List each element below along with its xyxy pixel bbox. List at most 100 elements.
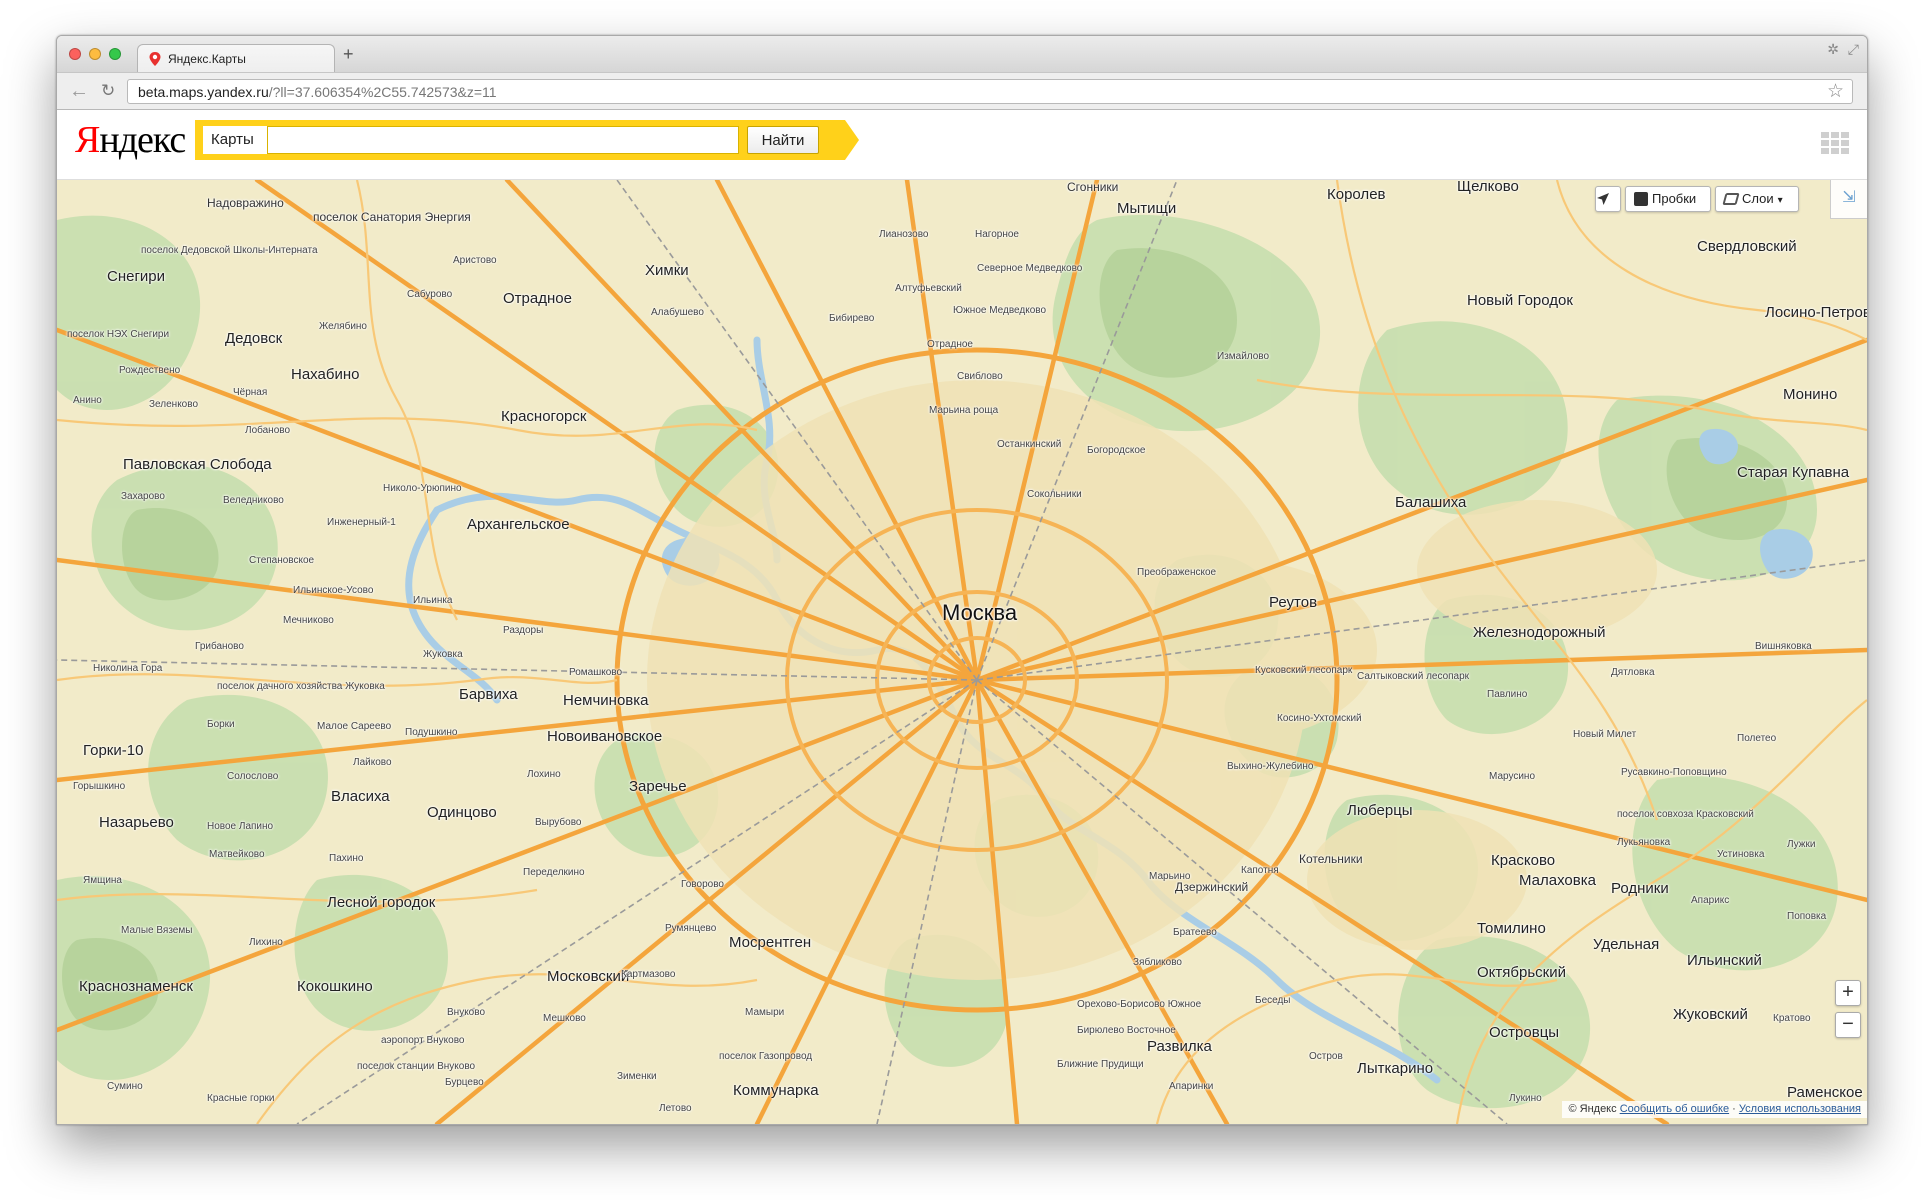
map-label-town: Развилка: [1147, 1038, 1212, 1055]
address-bar[interactable]: beta.maps.yandex.ru/?ll=37.606354%2C55.7…: [127, 79, 1853, 104]
search-input[interactable]: [267, 126, 739, 154]
map-label-reutov: Реутов: [1269, 594, 1318, 611]
map-label-small: Лианозово: [879, 229, 929, 240]
map-label-small: Алтуфьевский: [895, 283, 962, 294]
map-label-town: Свердловский: [1697, 238, 1797, 255]
map-label-small: Ильинское-Усово: [293, 585, 374, 596]
traffic-label: Пробки: [1652, 191, 1697, 206]
new-tab-icon[interactable]: +: [343, 44, 354, 64]
map-label-small: Мамыри: [745, 1007, 785, 1018]
map-label-small: Отрадное: [927, 339, 973, 350]
map-label-town: Надоврaжино: [207, 196, 284, 210]
map-label-town: Ильинский: [1687, 952, 1762, 969]
traffic-button[interactable]: Пробки: [1625, 186, 1711, 212]
map-label-small: Солослово: [227, 771, 279, 782]
map-label-town: Московский: [547, 968, 630, 985]
map-label-town: Лосино-Петровский: [1765, 304, 1867, 321]
map-label-small: Косино-Ухтомский: [1277, 713, 1362, 724]
map-label-small: Нагорное: [975, 229, 1019, 240]
map-label-lyubertsy: Люберцы: [1347, 802, 1413, 819]
map-label-town: Новоивановское: [547, 728, 663, 745]
map-label-small: Бурцево: [445, 1077, 484, 1088]
map-label-town: Мосрентген: [729, 934, 812, 951]
map-label-korolev: Королев: [1327, 186, 1386, 203]
map-label-small: Раздоры: [503, 625, 544, 636]
browser-tab[interactable]: Яндекс.Карты: [137, 44, 335, 72]
map-label-small: поселок Дедовской Школы-Интерната: [141, 245, 318, 256]
map-label-mytishchi: Мытищи: [1117, 200, 1177, 217]
url-host: beta.maps.yandex.ru: [138, 84, 269, 100]
map-label-small: Чёрная: [233, 387, 268, 398]
map-label-small: поселок Газопровод: [719, 1051, 813, 1062]
map-label-small: Аристово: [453, 255, 497, 266]
map-label-small: Сокольники: [1027, 489, 1082, 500]
map-label-small: Кратово: [1773, 1013, 1811, 1024]
minimize-window-icon[interactable]: [89, 48, 101, 60]
traffic-light-icon: [1634, 192, 1648, 206]
map-label-small: Дятловка: [1611, 667, 1655, 678]
map-label-small: Матвейково: [209, 849, 265, 860]
map-label-town: Отрадное: [503, 290, 572, 307]
geolocation-button[interactable]: [1595, 186, 1621, 212]
bookmark-star-icon[interactable]: ☆: [1827, 80, 1844, 103]
map-label-small: Борки: [207, 719, 235, 730]
copyright-separator: ·: [1732, 1103, 1736, 1115]
map-label-small: Степановское: [249, 555, 315, 566]
search-button[interactable]: Найти: [747, 126, 819, 154]
map-label-small: Павлино: [1487, 689, 1528, 700]
map-label-small: Апарикс: [1691, 895, 1730, 906]
report-error-link[interactable]: Сообщить об ошибке: [1620, 1103, 1729, 1115]
map-label-khimki: Химки: [645, 262, 689, 279]
map-label-small: Бирюлево Восточное: [1077, 1025, 1176, 1036]
map-label-small: Орехово-Борисово Южное: [1077, 999, 1202, 1010]
map-label-small: Горышкино: [73, 781, 126, 792]
map-label-small: Русавкино-Поповщино: [1621, 767, 1727, 778]
map-label-town: поселок Санатория Энергия: [313, 210, 471, 224]
service-label: Карты: [203, 126, 267, 154]
map-label-small: Марусино: [1489, 771, 1536, 782]
map-label-small: Рождествено: [119, 365, 181, 376]
map-label-town: Коммунарка: [733, 1082, 819, 1099]
map-label-small: поселок дачного хозяйства Жуковка: [217, 681, 385, 692]
reload-icon[interactable]: ↻: [101, 82, 115, 100]
yandex-logo[interactable]: Яндекс: [75, 118, 186, 162]
maximize-window-icon[interactable]: [109, 48, 121, 60]
map-label-small: Анино: [73, 395, 102, 406]
zoom-in-button[interactable]: +: [1835, 980, 1861, 1006]
terms-link[interactable]: Условия использования: [1739, 1103, 1861, 1115]
map-label-town: Кокошкино: [297, 978, 373, 995]
map-label-odintsovo: Одинцово: [427, 804, 497, 821]
map-label-moscow: Москва: [942, 600, 1018, 625]
chevron-down-icon: ▾: [1777, 195, 1783, 206]
map-label-small: Лобаново: [245, 425, 291, 436]
map-view[interactable]: Москва Химки Мытищи Королев Щелково Бала…: [57, 180, 1867, 1124]
map-label-small: Инженерный-1: [327, 517, 396, 528]
logo-letter: Я: [75, 119, 100, 161]
map-label-small: Братеево: [1173, 927, 1217, 938]
map-label-small: Лохино: [527, 769, 561, 780]
back-arrow-icon[interactable]: ←: [69, 81, 89, 101]
map-label-small: Николина Гора: [93, 663, 163, 674]
map-label-small: Лукьяновка: [1617, 837, 1671, 848]
map-label-small: Новый Милет: [1573, 729, 1637, 740]
tab-title: Яндекс.Карты: [168, 52, 246, 66]
map-label-small: Поповка: [1787, 911, 1827, 922]
map-label-town: Назарьево: [99, 814, 174, 831]
map-label-kotelniki: Котельники: [1299, 852, 1363, 866]
map-label-small: Свиблово: [957, 371, 1003, 382]
map-label-balashikha: Балашиха: [1395, 494, 1467, 511]
map-label-shchelkovo: Щелково: [1457, 180, 1519, 195]
services-grid-icon[interactable]: [1821, 132, 1849, 154]
map-label-small: Сабурово: [407, 289, 453, 300]
panel-toggle-icon[interactable]: ⇲: [1830, 180, 1867, 219]
layers-dropdown[interactable]: Слои ▾: [1715, 186, 1799, 212]
url-text: beta.maps.yandex.ru/?ll=37.606354%2C55.7…: [138, 84, 497, 100]
browser-window: Яндекс.Карты + ✲ ⤢ ← ↻ beta.maps.yandex.…: [56, 35, 1868, 1125]
close-window-icon[interactable]: [69, 48, 81, 60]
fullscreen-icon[interactable]: ⤢: [1848, 42, 1859, 56]
map-label-town: Снегири: [107, 268, 166, 285]
zoom-out-button[interactable]: −: [1835, 1012, 1861, 1038]
yandex-header: Яндекс Карты Найти: [57, 110, 1867, 180]
settings-icon[interactable]: ✲: [1827, 42, 1839, 56]
map-label-town: Красково: [1491, 852, 1556, 869]
